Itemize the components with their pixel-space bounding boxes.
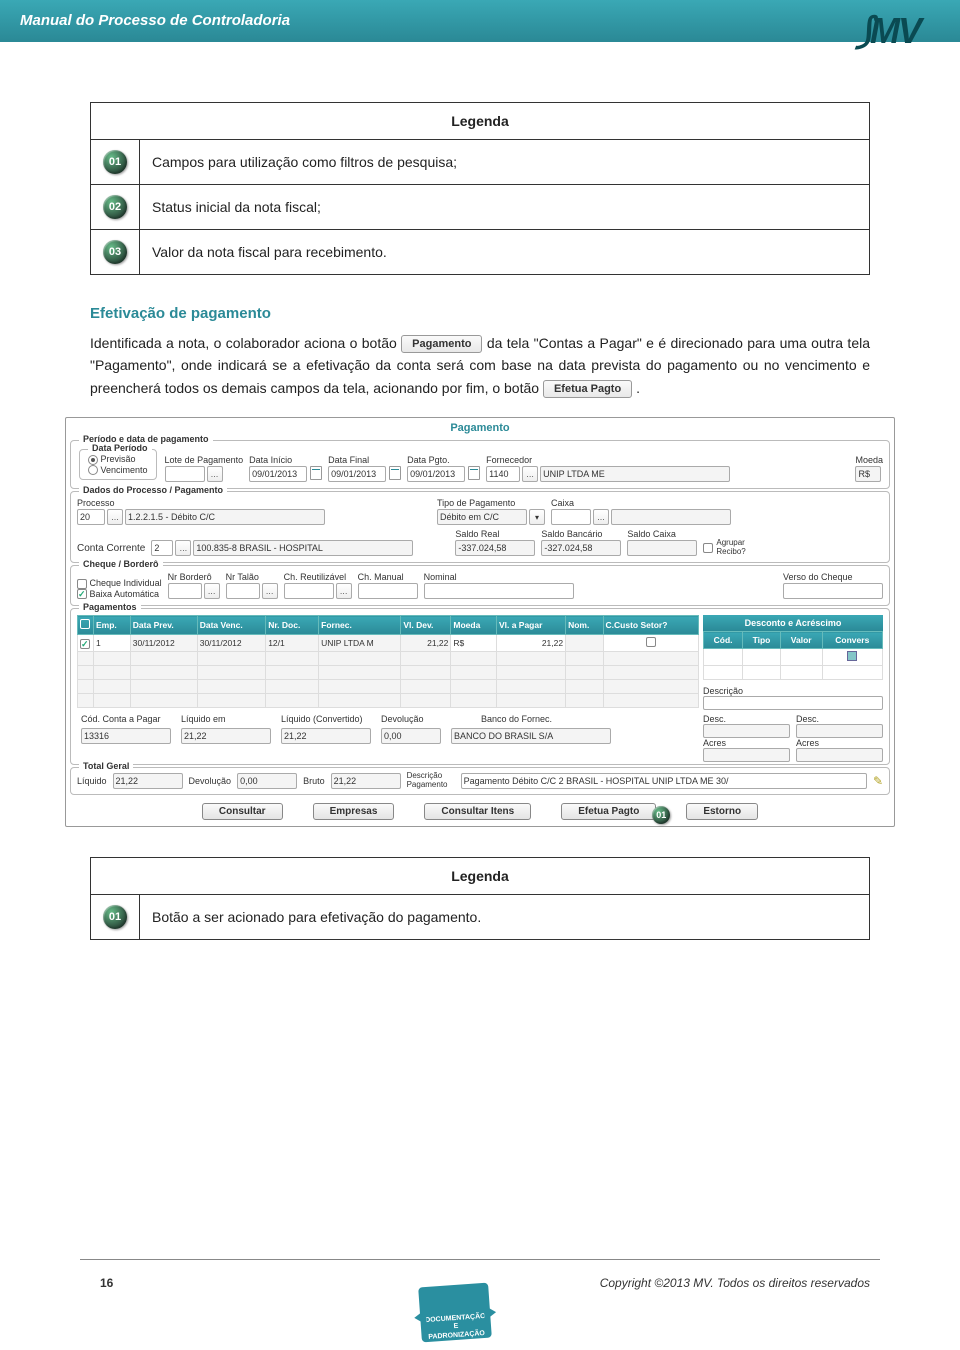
data-final-input[interactable]: 09/01/2013 [328, 466, 386, 482]
processo-lookup-icon[interactable]: … [107, 509, 123, 525]
legend-text: Valor da nota fiscal para recebimento. [140, 230, 870, 275]
data-inicio-input[interactable]: 09/01/2013 [249, 466, 307, 482]
fornecedor-nome: UNIP LTDA ME [540, 466, 730, 482]
calendar-icon[interactable] [389, 466, 401, 480]
ch-reut-lookup-icon[interactable]: … [336, 583, 352, 599]
agrupar-recibo-checkbox[interactable] [703, 543, 713, 553]
fieldset-periodo: Período e data de pagamento Data Período… [70, 440, 890, 489]
baixa-automatica-checkbox[interactable] [77, 589, 87, 599]
legend-title: Legenda [91, 858, 870, 895]
nr-talao-input[interactable] [226, 583, 260, 599]
header-title: Manual do Processo de Controladoria [20, 12, 290, 29]
efetua-pagto-button-app[interactable]: Efetua Pagto [561, 803, 656, 820]
devolucao: 0,00 [381, 728, 441, 744]
descricao-pagamento-input[interactable]: Pagamento Débito C/C 2 BRASIL - HOSPITAL… [461, 773, 867, 789]
tipo-pag-btn-icon[interactable]: ▾ [529, 509, 545, 525]
saldo-real: -337.024,58 [455, 540, 535, 556]
fieldset-data-periodo: Data Período Previsão Vencimento [79, 449, 157, 480]
legend-text: Campos para utilização como filtros de p… [140, 140, 870, 185]
legend-title: Legenda [91, 103, 870, 140]
button-row: Consultar Empresas Consultar Itens Efetu… [68, 797, 892, 824]
desconto-acrescimo-title: Desconto e Acréscimo [703, 615, 883, 631]
verso-cheque-input[interactable] [783, 583, 883, 599]
legend-num-01: 01 [103, 150, 127, 174]
calendar-icon[interactable] [468, 466, 480, 480]
conta-corrente-desc: 100.835-8 BRASIL - HOSPITAL [193, 540, 413, 556]
conta-corrente-lookup-icon[interactable]: … [175, 540, 191, 556]
nr-bordero-input[interactable] [168, 583, 202, 599]
talao-lookup-icon[interactable]: … [262, 583, 278, 599]
edit-icon[interactable]: ✎ [873, 774, 883, 788]
data-pgto-input[interactable]: 09/01/2013 [407, 466, 465, 482]
row-checkbox[interactable] [80, 639, 90, 649]
acres-value [703, 748, 790, 762]
banco-fornec: BANCO DO BRASIL S/A [451, 728, 611, 744]
conta-corrente-input[interactable]: 2 [151, 540, 173, 556]
calendar-icon[interactable] [310, 466, 322, 480]
table-row[interactable]: 1 30/11/201230/11/2012 12/1UNIP LTDA M 2… [78, 635, 699, 652]
page-number: 16 [100, 1276, 113, 1290]
pagamentos-table: Emp.Data Prev.Data Venc. Nr. Doc.Fornec.… [77, 615, 699, 708]
copyright: Copyright ©2013 MV. Todos os direitos re… [600, 1276, 870, 1290]
ch-reut-input[interactable] [284, 583, 334, 599]
fornecedor-cod-input[interactable]: 1140 [486, 466, 520, 482]
body-paragraph: Identificada a nota, o colaborador acion… [90, 332, 870, 399]
legend-text: Status inicial da nota fiscal; [140, 185, 870, 230]
callout-01: 01 [652, 806, 670, 824]
nominal-input[interactable] [424, 583, 574, 599]
descricao-input[interactable] [703, 696, 883, 710]
estorno-button[interactable]: Estorno [686, 803, 758, 820]
lote-lookup-icon[interactable]: … [207, 466, 223, 482]
legend-num-01: 01 [103, 905, 127, 929]
legend-num-03: 03 [103, 240, 127, 264]
bordero-lookup-icon[interactable]: … [204, 583, 220, 599]
legend-num-02: 02 [103, 195, 127, 219]
cheque-individual-checkbox[interactable] [77, 579, 87, 589]
moeda: R$ [855, 466, 881, 482]
fornecedor-lookup-icon[interactable]: … [522, 466, 538, 482]
documentation-stamp: DOCUMENTAÇÃOE PADRONIZAÇÃO [418, 1283, 492, 1343]
radio-previsao[interactable] [88, 455, 98, 465]
processo-desc: 1.2.2.1.5 - Débito C/C [125, 509, 325, 525]
ccusto-checkbox[interactable] [646, 637, 656, 647]
desc-value-2 [796, 724, 883, 738]
liquido-em: 21,22 [181, 728, 271, 744]
desc-value [703, 724, 790, 738]
caixa-lookup-icon[interactable]: … [593, 509, 609, 525]
radio-vencimento[interactable] [88, 465, 98, 475]
caixa-desc [611, 509, 731, 525]
select-all-checkbox[interactable] [80, 619, 90, 629]
saldo-caixa [627, 540, 697, 556]
fieldset-total-geral: Total Geral Líquido 21,22 Devolução 0,00… [70, 767, 890, 795]
acres-value-2 [796, 748, 883, 762]
fieldset-pagamentos: Pagamentos Emp.Data Prev.Data Venc. Nr. … [70, 608, 890, 765]
saldo-bancario: -327.024,58 [541, 540, 621, 556]
convers-icon[interactable] [847, 651, 857, 661]
pagamento-button[interactable]: Pagamento [401, 335, 482, 353]
processo-input[interactable]: 20 [77, 509, 105, 525]
tipo-pag: Débito em C/C [437, 509, 527, 525]
section-title: Efetivação de pagamento [90, 305, 870, 322]
legend-text: Botão a ser acionado para efetivação do … [140, 895, 870, 940]
legend-table-1: Legenda 01 Campos para utilização como f… [90, 102, 870, 275]
fieldset-cheque: Cheque / Borderô Cheque Individual Baixa… [70, 565, 890, 606]
desconto-table: Cód.TipoValorConvers [703, 631, 883, 680]
total-liquido: 21,22 [113, 773, 183, 789]
mv-logo: ⟆MV [858, 10, 920, 52]
fieldset-dados-processo: Dados do Processo / Pagamento Processo 2… [70, 491, 890, 563]
app-screenshot: Pagamento Período e data de pagamento Da… [65, 417, 895, 827]
liquido-convertido: 21,22 [281, 728, 371, 744]
lote-input[interactable] [165, 466, 205, 482]
caixa-input[interactable] [551, 509, 591, 525]
ch-manual-input[interactable] [358, 583, 418, 599]
legend-table-2: Legenda 01 Botão a ser acionado para efe… [90, 857, 870, 940]
consultar-button[interactable]: Consultar [202, 803, 283, 820]
empresas-button[interactable]: Empresas [313, 803, 395, 820]
consultar-itens-button[interactable]: Consultar Itens [424, 803, 531, 820]
cod-conta-pagar: 13316 [81, 728, 171, 744]
total-devolucao: 0,00 [237, 773, 297, 789]
efetua-pagto-button[interactable]: Efetua Pagto [543, 380, 632, 398]
total-bruto: 21,22 [331, 773, 401, 789]
